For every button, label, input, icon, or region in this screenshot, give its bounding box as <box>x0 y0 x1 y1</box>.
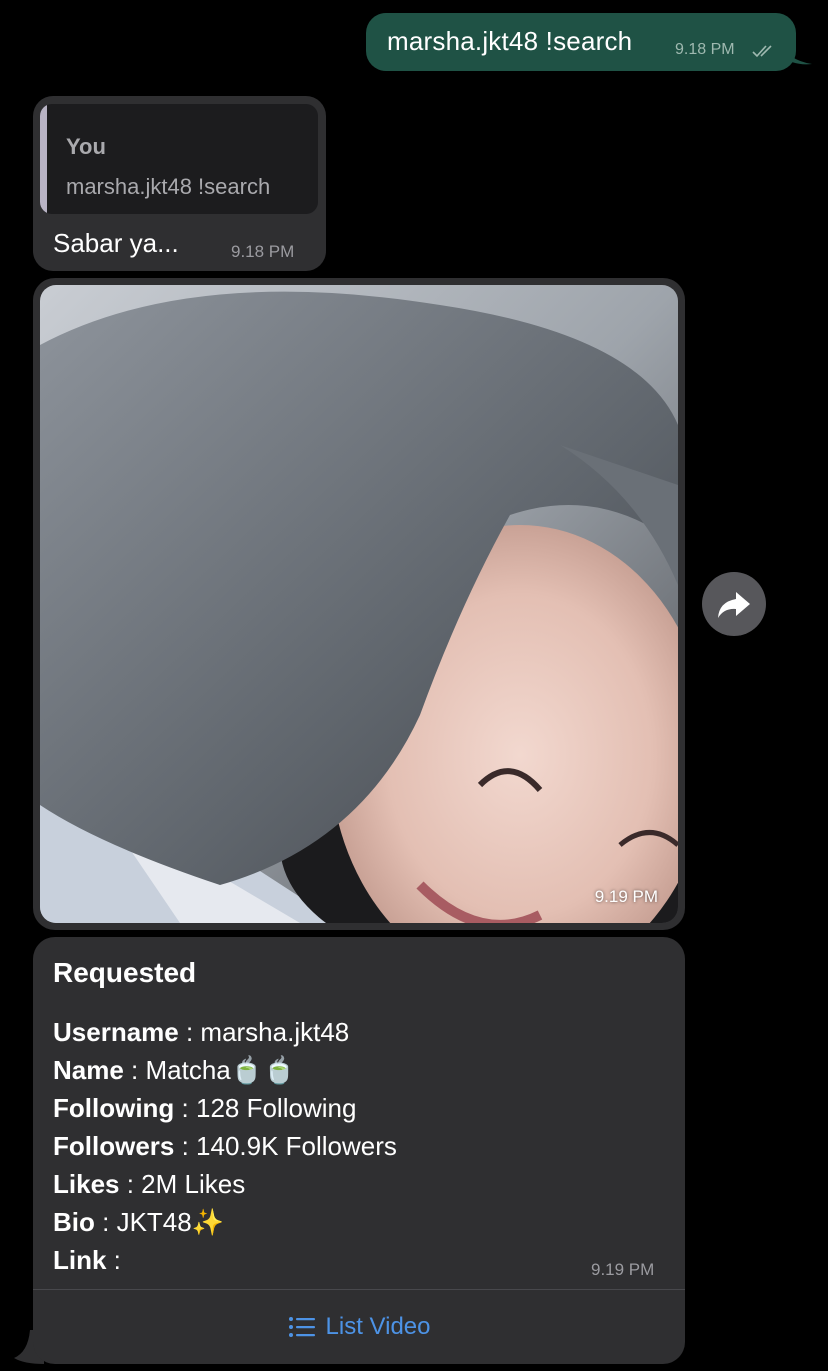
field-value: Matcha🍵🍵 <box>145 1055 296 1085</box>
field-label: Name <box>53 1055 124 1085</box>
outgoing-message-bubble[interactable]: marsha.jkt48 !search 9.18 PM <box>366 13 796 71</box>
photo-message-bubble[interactable]: 9.19 PM <box>33 278 685 930</box>
list-icon <box>288 1317 315 1337</box>
field-separator: : <box>174 1093 196 1123</box>
outgoing-message-time: 9.18 PM <box>675 41 735 58</box>
photo-message-time: 9.19 PM <box>594 887 658 906</box>
field-separator: : <box>119 1169 142 1199</box>
field-value: 140.9K Followers <box>196 1131 397 1161</box>
share-forward-button[interactable] <box>702 572 766 636</box>
profile-photo[interactable]: 9.19 PM <box>40 285 678 923</box>
profile-photo-image <box>40 285 678 923</box>
info-username-row: Username : marsha.jkt48 <box>53 1017 349 1048</box>
profile-info-bubble[interactable]: Requested Username : marsha.jkt48 Name :… <box>33 937 685 1364</box>
info-bio-row: Bio : JKT48✨ <box>53 1207 224 1238</box>
info-link-row: Link : <box>53 1245 121 1276</box>
field-label: Link <box>53 1245 107 1275</box>
field-separator: : <box>94 1207 117 1237</box>
share-forward-icon <box>718 592 750 618</box>
info-likes-row: Likes : 2M Likes <box>53 1169 245 1200</box>
field-label: Likes <box>53 1169 120 1199</box>
field-separator: : <box>178 1017 201 1047</box>
field-value: 2M Likes <box>141 1169 246 1199</box>
field-separator: : <box>174 1131 197 1161</box>
field-label: Bio <box>53 1207 95 1237</box>
field-separator: : <box>106 1245 121 1275</box>
list-video-label: List Video <box>325 1313 431 1340</box>
info-name-row: Name : Matcha🍵🍵 <box>53 1055 296 1086</box>
reply-message-bubble[interactable]: You marsha.jkt48 !search Sabar ya... 9.1… <box>33 96 326 271</box>
outgoing-message-text: marsha.jkt48 !search <box>387 26 633 56</box>
reply-message-time: 9.18 PM <box>231 242 295 261</box>
quote-author: You <box>66 134 106 159</box>
list-video-button[interactable]: List Video <box>33 1290 685 1364</box>
quoted-message[interactable]: You marsha.jkt48 !search <box>40 104 318 214</box>
field-separator: : <box>123 1055 146 1085</box>
info-following-row: Following : 128 Following <box>53 1093 356 1124</box>
quote-text: marsha.jkt48 !search <box>66 174 271 199</box>
info-message-time: 9.19 PM <box>591 1260 655 1279</box>
field-value: marsha.jkt48 <box>200 1017 350 1047</box>
field-label: Following <box>53 1093 175 1123</box>
field-label: Username <box>53 1017 179 1047</box>
info-title: Requested <box>53 957 197 988</box>
quote-accent-bar <box>40 104 47 214</box>
field-label: Followers <box>53 1131 175 1161</box>
double-check-icon <box>752 45 772 58</box>
reply-message-text: Sabar ya... <box>53 228 179 258</box>
field-value: 128 Following <box>195 1093 357 1123</box>
info-followers-row: Followers : 140.9K Followers <box>53 1131 397 1162</box>
field-value: JKT48✨ <box>116 1207 225 1237</box>
